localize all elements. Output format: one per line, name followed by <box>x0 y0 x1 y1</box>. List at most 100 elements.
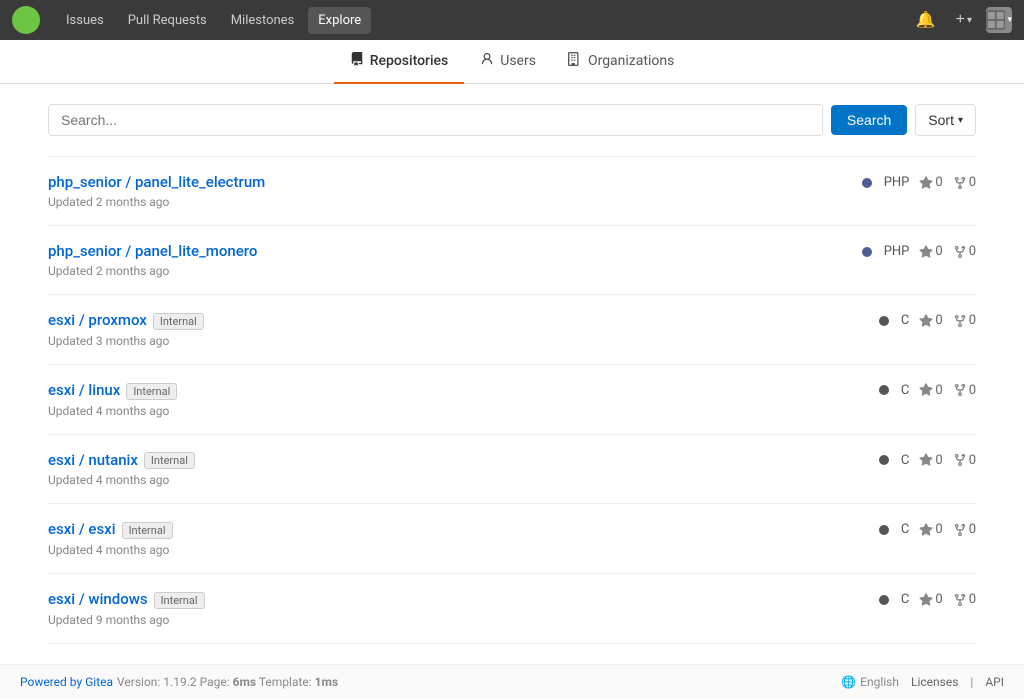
repo-item: esxi / linux Internal Updated 4 months ag… <box>48 365 976 435</box>
repo-name-link[interactable]: esxi / proxmox <box>48 311 147 329</box>
repo-updated: Updated 2 months ago <box>48 264 257 278</box>
repo-badge: Internal <box>144 452 195 469</box>
licenses-link[interactable]: Licenses <box>911 675 958 689</box>
repo-updated: Updated 2 months ago <box>48 195 265 209</box>
repo-badge: Internal <box>154 592 205 609</box>
globe-icon: 🌐 <box>841 675 856 689</box>
notifications-button[interactable]: 🔔 <box>910 6 942 34</box>
tab-organizations[interactable]: Organizations <box>552 40 690 84</box>
search-bar: Search Sort ▾ <box>48 104 976 136</box>
language-selector[interactable]: 🌐 English <box>841 675 899 689</box>
lang-dot <box>879 385 889 395</box>
repo-forks: 0 <box>953 175 976 190</box>
search-input[interactable] <box>48 104 823 136</box>
tab-repositories-label: Repositories <box>370 53 449 69</box>
repo-stars: 0 <box>919 383 942 398</box>
repo-badge: Internal <box>126 383 177 400</box>
main-content: Search Sort ▾ php_senior / panel_lite_el… <box>32 84 992 664</box>
repo-right: C 0 0 <box>879 590 976 607</box>
chevron-down-icon: ▾ <box>958 115 963 126</box>
repo-language: C <box>901 313 909 328</box>
repo-left: esxi / proxmox Internal Updated 3 months … <box>48 311 204 348</box>
repo-left: php_senior / panel_lite_monero Updated 2… <box>48 242 257 278</box>
repo-right: C 0 0 <box>879 311 976 328</box>
user-icon <box>480 52 494 70</box>
repo-list: php_senior / panel_lite_electrum Updated… <box>48 156 976 644</box>
repo-right: PHP 0 0 <box>862 242 976 259</box>
repo-item: esxi / esxi Internal Updated 4 months ago… <box>48 504 976 574</box>
repo-item: php_senior / panel_lite_electrum Updated… <box>48 157 976 226</box>
repo-forks: 0 <box>953 522 976 537</box>
repo-stars: 0 <box>919 592 942 607</box>
repo-name-link[interactable]: esxi / nutanix <box>48 451 138 469</box>
repo-item: esxi / windows Internal Updated 9 months … <box>48 574 976 644</box>
plus-label: + <box>956 11 965 29</box>
tab-organizations-label: Organizations <box>588 53 674 69</box>
repo-left: esxi / linux Internal Updated 4 months ag… <box>48 381 177 418</box>
nav-milestones[interactable]: Milestones <box>221 7 305 34</box>
nav-issues[interactable]: Issues <box>56 7 114 34</box>
create-button[interactable]: + ▾ <box>950 7 978 33</box>
repo-badge: Internal <box>122 522 173 539</box>
repo-right: C 0 0 <box>879 520 976 537</box>
repo-updated: Updated 4 months ago <box>48 543 173 557</box>
repo-language: C <box>901 522 909 537</box>
lang-dot <box>879 455 889 465</box>
repo-name-link[interactable]: esxi / windows <box>48 590 148 608</box>
avatar[interactable]: ▾ <box>986 7 1012 33</box>
repo-left: esxi / esxi Internal Updated 4 months ago <box>48 520 173 557</box>
lang-dot <box>862 247 872 257</box>
repo-right: C 0 0 <box>879 451 976 468</box>
repo-updated: Updated 4 months ago <box>48 473 195 487</box>
repo-language: PHP <box>884 175 910 190</box>
tab-users-label: Users <box>500 53 536 69</box>
repo-right: PHP 0 0 <box>862 173 976 190</box>
repo-forks: 0 <box>953 383 976 398</box>
repo-language: C <box>901 453 909 468</box>
repo-item: php_senior / panel_lite_monero Updated 2… <box>48 226 976 295</box>
powered-by-link[interactable]: Powered by Gitea <box>20 675 113 689</box>
sort-button[interactable]: Sort ▾ <box>915 104 976 136</box>
repo-forks: 0 <box>953 313 976 328</box>
nav-actions: 🔔 + ▾ ▾ <box>910 6 1012 34</box>
repo-item: esxi / proxmox Internal Updated 3 months … <box>48 295 976 365</box>
footer-right: 🌐 English Licenses | API <box>841 675 1004 689</box>
topnav: Issues Pull Requests Milestones Explore … <box>0 0 1024 40</box>
lang-dot <box>879 316 889 326</box>
logo[interactable] <box>12 6 40 34</box>
repo-language: C <box>901 592 909 607</box>
repo-stars: 0 <box>919 453 942 468</box>
repo-left: php_senior / panel_lite_electrum Updated… <box>48 173 265 209</box>
repo-name-link[interactable]: esxi / esxi <box>48 520 116 538</box>
lang-dot <box>862 178 872 188</box>
repo-left: esxi / nutanix Internal Updated 4 months … <box>48 451 195 488</box>
repo-updated: Updated 3 months ago <box>48 334 204 348</box>
repo-name-link[interactable]: php_senior / panel_lite_monero <box>48 242 257 260</box>
repo-badge: Internal <box>153 313 204 330</box>
repo-updated: Updated 9 months ago <box>48 613 205 627</box>
repo-language: C <box>901 383 909 398</box>
footer-version: Version: 1.19.2 Page: 6ms Template: 1ms <box>117 675 338 689</box>
search-button[interactable]: Search <box>831 105 907 135</box>
org-icon <box>568 52 582 70</box>
repo-item: esxi / nutanix Internal Updated 4 months … <box>48 435 976 505</box>
repo-name-link[interactable]: esxi / linux <box>48 381 120 399</box>
chevron-down-icon: ▾ <box>967 15 972 26</box>
lang-dot <box>879 525 889 535</box>
repo-stars: 0 <box>919 522 942 537</box>
sort-label: Sort <box>928 112 954 128</box>
nav-explore[interactable]: Explore <box>308 7 371 34</box>
repo-stars: 0 <box>919 244 942 259</box>
nav-pull-requests[interactable]: Pull Requests <box>118 7 217 34</box>
repo-icon <box>350 52 364 70</box>
repo-updated: Updated 4 months ago <box>48 404 177 418</box>
lang-dot <box>879 595 889 605</box>
repo-name-link[interactable]: php_senior / panel_lite_electrum <box>48 173 265 191</box>
language-label: English <box>860 675 899 689</box>
tab-users[interactable]: Users <box>464 40 552 84</box>
footer: Powered by Gitea Version: 1.19.2 Page: 6… <box>0 664 1024 699</box>
repo-stars: 0 <box>919 175 942 190</box>
tab-repositories[interactable]: Repositories <box>334 40 465 84</box>
repo-left: esxi / windows Internal Updated 9 months … <box>48 590 205 627</box>
api-link[interactable]: API <box>985 675 1004 689</box>
